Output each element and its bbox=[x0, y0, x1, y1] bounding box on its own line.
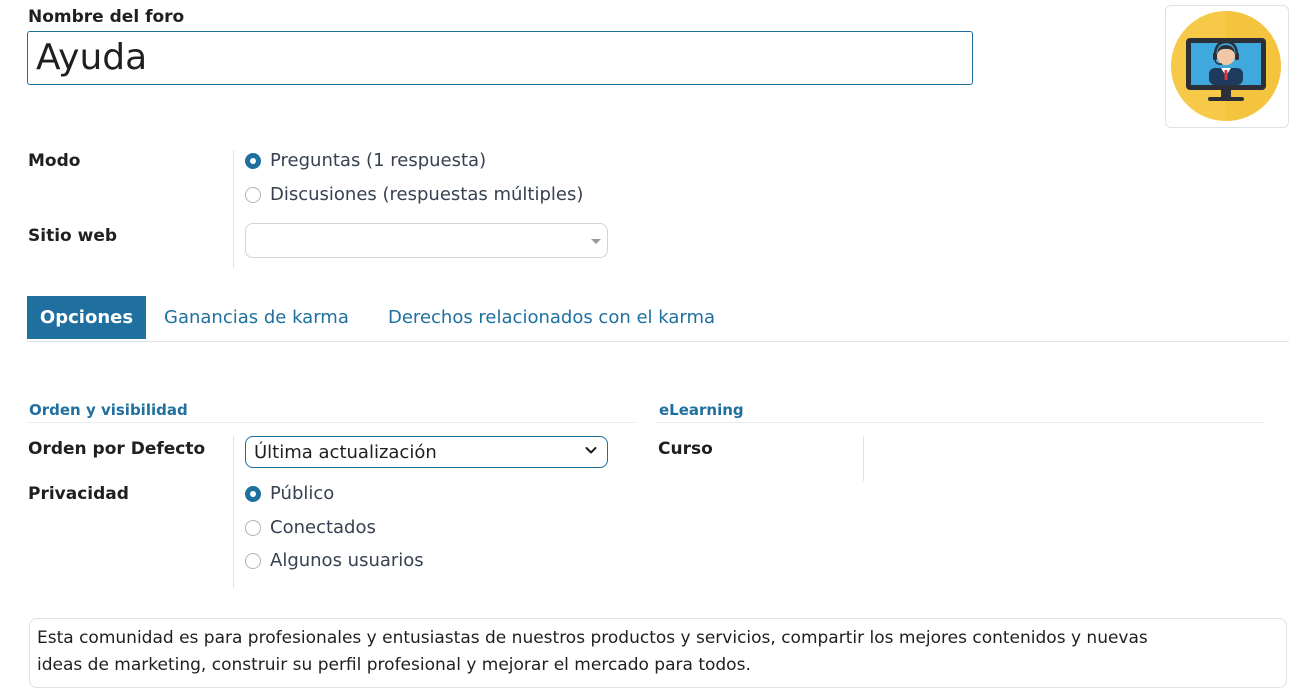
privacy-option-label: Algunos usuarios bbox=[270, 550, 424, 571]
default-order-label: Orden por Defecto bbox=[28, 439, 206, 459]
course-divider bbox=[863, 436, 864, 481]
description-textarea[interactable]: Esta comunidad es para profesionales y e… bbox=[29, 618, 1287, 688]
elearning-section-divider bbox=[657, 422, 1264, 423]
privacy-option-connected[interactable]: Conectados bbox=[245, 517, 376, 538]
tab-derechos-karma[interactable]: Derechos relacionados con el karma bbox=[388, 296, 715, 339]
forum-avatar[interactable] bbox=[1165, 5, 1289, 128]
chevron-down-icon bbox=[585, 447, 597, 454]
privacy-option-label: Conectados bbox=[270, 517, 376, 538]
caret-down-icon bbox=[591, 239, 601, 244]
tab-bar-divider bbox=[27, 341, 1289, 342]
privacy-option-public[interactable]: Público bbox=[245, 483, 334, 504]
radio-unchecked-icon[interactable] bbox=[245, 552, 261, 569]
course-label: Curso bbox=[658, 439, 713, 459]
radio-unchecked-icon[interactable] bbox=[245, 186, 261, 203]
mode-label: Modo bbox=[28, 151, 81, 171]
website-select[interactable] bbox=[245, 223, 608, 258]
mode-option-label: Discusiones (respuestas múltiples) bbox=[270, 184, 584, 205]
elearning-section-title: eLearning bbox=[659, 401, 744, 419]
default-order-select[interactable]: Última actualización bbox=[245, 436, 608, 468]
mode-divider bbox=[233, 150, 234, 268]
radio-checked-icon[interactable] bbox=[245, 485, 261, 502]
tab-opciones[interactable]: Opciones bbox=[27, 296, 146, 339]
privacy-option-label: Público bbox=[270, 483, 335, 504]
tab-ganancias-karma[interactable]: Ganancias de karma bbox=[164, 296, 349, 339]
mode-option-label: Preguntas (1 respuesta) bbox=[270, 150, 487, 171]
description-line: Esta comunidad es para profesionales y e… bbox=[37, 628, 1148, 648]
radio-checked-icon[interactable] bbox=[245, 152, 261, 169]
mode-option-questions[interactable]: Preguntas (1 respuesta) bbox=[245, 150, 486, 171]
order-divider bbox=[233, 436, 234, 588]
privacy-label: Privacidad bbox=[28, 484, 129, 504]
privacy-option-some-users[interactable]: Algunos usuarios bbox=[245, 550, 424, 571]
radio-unchecked-icon[interactable] bbox=[245, 519, 261, 536]
forum-name-input[interactable]: Ayuda bbox=[27, 31, 973, 85]
mode-option-discussions[interactable]: Discusiones (respuestas múltiples) bbox=[245, 184, 583, 205]
description-line: ideas de marketing, construir su perfil … bbox=[37, 655, 751, 675]
forum-name-label: Nombre del foro bbox=[28, 7, 185, 27]
order-section-divider bbox=[27, 422, 636, 423]
support-agent-monitor-icon bbox=[1171, 11, 1281, 121]
default-order-value: Última actualización bbox=[254, 441, 437, 463]
course-field[interactable] bbox=[875, 439, 1255, 469]
order-section-title: Orden y visibilidad bbox=[29, 401, 188, 419]
website-label: Sitio web bbox=[28, 226, 118, 246]
